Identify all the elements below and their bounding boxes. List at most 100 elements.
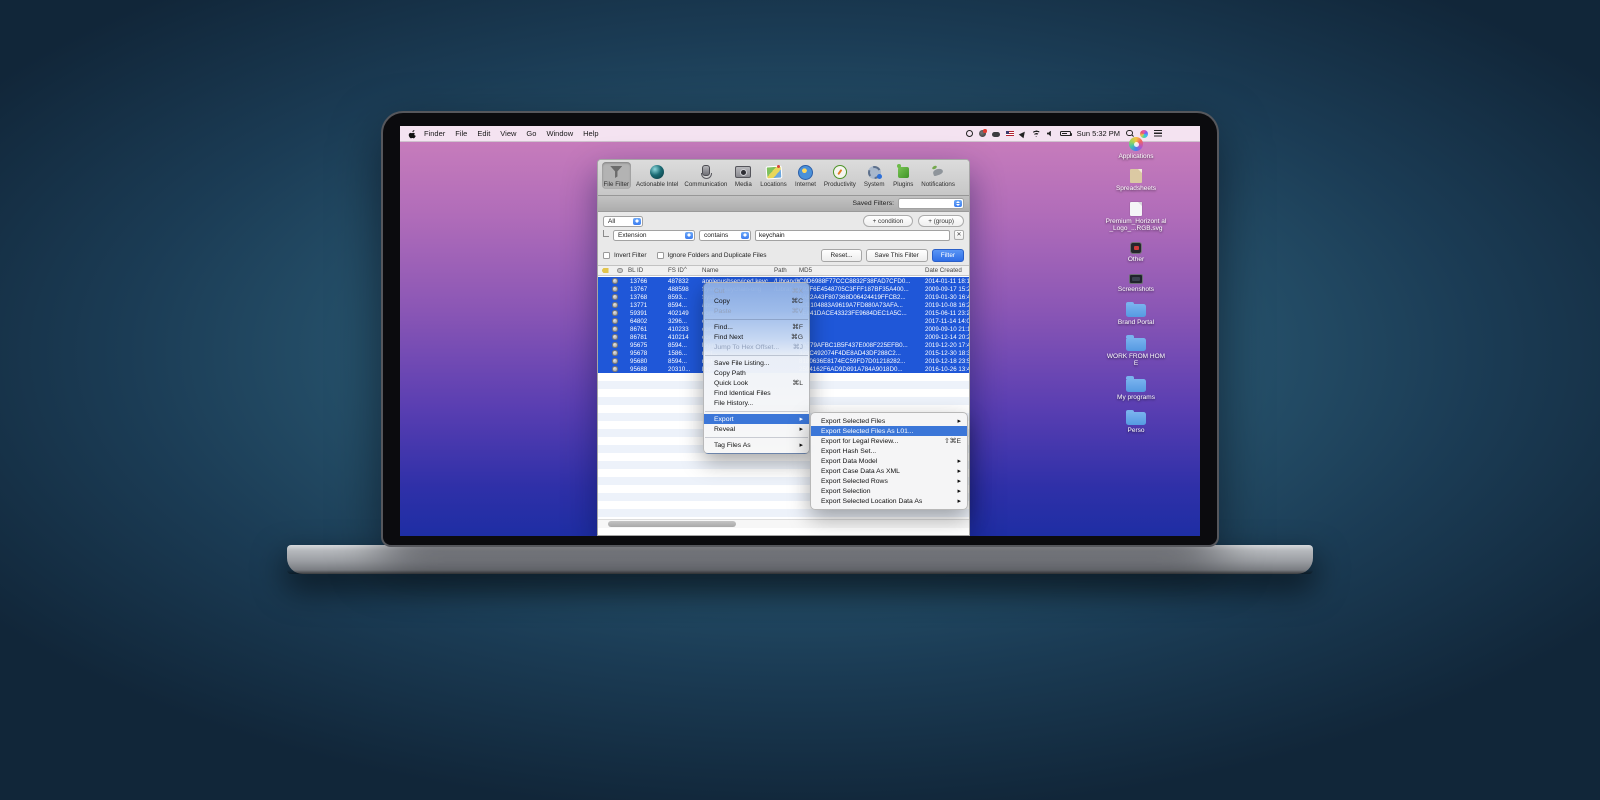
context-menu-item[interactable]: Export [704,414,809,424]
operator-select[interactable]: contains [699,229,751,241]
file-badge-icon [612,302,618,308]
cloud-icon[interactable] [991,131,1000,137]
context-menu-item[interactable]: Save File Listing... [704,358,809,368]
context-menu-item[interactable]: Reveal [704,424,809,434]
toolbar-item[interactable]: Internet [793,162,818,189]
context-menu-item[interactable]: Copy ⌘C [704,296,809,306]
scope-select[interactable]: All [603,215,643,227]
red-badge-app-icon[interactable] [978,129,987,137]
invert-filter-checkbox[interactable] [603,252,610,259]
context-menu-item[interactable] [705,318,808,320]
add-group-button[interactable]: + (group) [918,215,964,227]
context-menu-item[interactable] [705,410,808,412]
sort-indicator-icon: ^ [684,267,687,273]
save-this-filter-button[interactable]: Save This Filter [865,249,928,262]
desktop-icon-label: WORK FROM HOME [1106,352,1166,368]
context-menu-item[interactable]: Quick Look ⌘L [704,378,809,388]
submenu-item[interactable]: Export Data Model [811,456,967,466]
menu-bar-item[interactable]: File [455,129,467,138]
toolbar-item[interactable]: Plugins [891,162,915,189]
context-menu-item[interactable] [705,354,808,356]
context-menu-item[interactable]: Find Identical Files [704,388,809,398]
horizontal-scrollbar[interactable] [598,519,969,528]
saved-filters-select[interactable] [898,198,964,209]
menu-bar-item[interactable]: View [500,129,516,138]
desktop-icon[interactable]: Other [1128,241,1144,264]
menu-bar-item[interactable]: Edit [477,129,490,138]
stepper-icon [954,200,962,207]
menu-bar-item[interactable]: Help [583,129,598,138]
column-header[interactable]: Date Created [925,267,969,274]
status-column-icon[interactable] [612,267,628,274]
add-condition-button[interactable]: + condition [862,215,914,227]
apple-logo-icon[interactable] [408,129,417,139]
volume-icon[interactable] [1046,130,1051,137]
toolbar-item[interactable]: Communication [684,162,728,189]
wifi-icon[interactable] [1031,130,1041,137]
column-header[interactable]: BL ID [628,267,668,274]
submenu-item[interactable]: Export Selection [811,486,967,496]
toolbar-icon [766,164,782,180]
toolbar-item[interactable]: File Filter [602,162,631,189]
desktop-icon[interactable]: Brand Portal [1118,302,1154,327]
remove-condition-button[interactable]: ✕ [954,230,964,240]
tag-column-icon[interactable] [598,268,612,273]
desktop-icon-glyph [1129,241,1142,254]
desktop-icon[interactable]: Perso [1126,409,1146,435]
context-menu-item[interactable]: Jump To Hex Offset... ⌘J [704,342,809,352]
column-header[interactable]: Path [774,267,799,274]
toolbar-item[interactable]: Locations [759,162,788,189]
desktop-icon[interactable]: Screenshots [1118,272,1154,294]
desktop-icon[interactable]: My programs [1117,376,1155,402]
submenu-item[interactable]: Export Selected Location Data As [811,496,967,506]
toolbar-item[interactable]: System [862,162,886,189]
battery-icon[interactable] [1059,130,1072,137]
column-header[interactable]: Name [702,267,774,274]
toolbar-item[interactable]: Actionable Intel [636,162,679,189]
submenu-item[interactable]: Export Selected Files As L01... [811,426,967,436]
laptop-lid: Finder File Edit View Go Window Help Sun 5:32 … [383,113,1217,545]
reset-button[interactable]: Reset... [821,249,862,262]
submenu-arrow-icon [799,441,803,449]
toolbar-item[interactable]: Productivity [823,162,857,189]
menu-bar-menus: Finder File Edit View Go Window Help [424,129,599,138]
ignore-folders-checkbox[interactable] [656,252,664,259]
context-menu-item[interactable]: Tag Files As [704,440,809,450]
context-menu-item[interactable]: Cut ⌘X [704,286,809,296]
menu-bar-item[interactable]: Window [546,129,573,138]
context-menu-item[interactable]: Paste ⌘V [704,306,809,316]
submenu-item[interactable]: Export Selected Files [811,416,967,426]
menu-bar-item[interactable]: Go [526,129,536,138]
column-header[interactable]: MD5 [799,267,925,274]
context-menu-item[interactable]: Find... ⌘F [704,322,809,332]
condition-elbow-icon [603,229,609,237]
filter-button[interactable]: Filter [931,249,964,262]
desktop-icon-glyph [1130,169,1142,184]
desktop-icon[interactable]: Premium_Horizont al_Logo_...RGB.svg [1105,201,1167,234]
file-badge-icon [612,318,618,324]
filter-value-input[interactable] [755,229,950,241]
toolbar-item[interactable]: Media [733,162,754,189]
toolbar-item[interactable]: Notifications [920,162,956,189]
field-select[interactable]: Extension [613,229,695,241]
toolbar-icon [866,164,883,180]
mac-desktop: Finder File Edit View Go Window Help Sun 5:32 … [400,126,1200,536]
menu-list-icon[interactable] [1154,130,1162,137]
context-menu-item[interactable]: File History... [704,398,809,408]
submenu-item[interactable]: Export Selected Rows [811,476,967,486]
context-menu-item[interactable]: Copy Path [704,368,809,378]
context-menu-item[interactable]: Find Next ⌘G [704,332,809,342]
toolbar-item-label: Communication [684,181,728,188]
desktop-icon[interactable]: Spreadsheets [1116,169,1156,193]
browser-circle-icon[interactable] [965,130,973,137]
context-menu-item[interactable] [705,436,808,438]
location-arrow-icon[interactable] [1018,129,1027,138]
us-flag-icon[interactable] [1005,130,1014,137]
desktop-icon[interactable]: WORK FROM HOME [1105,335,1167,369]
desktop-icon[interactable]: Applications [1118,137,1154,161]
menu-bar-item[interactable]: Finder [424,129,445,138]
submenu-item[interactable]: Export for Legal Review... ⇧⌘E [811,436,967,446]
submenu-item[interactable]: Export Hash Set... [811,446,967,456]
submenu-item[interactable]: Export Case Data As XML [811,466,967,476]
scrollbar-thumb[interactable] [608,521,736,528]
